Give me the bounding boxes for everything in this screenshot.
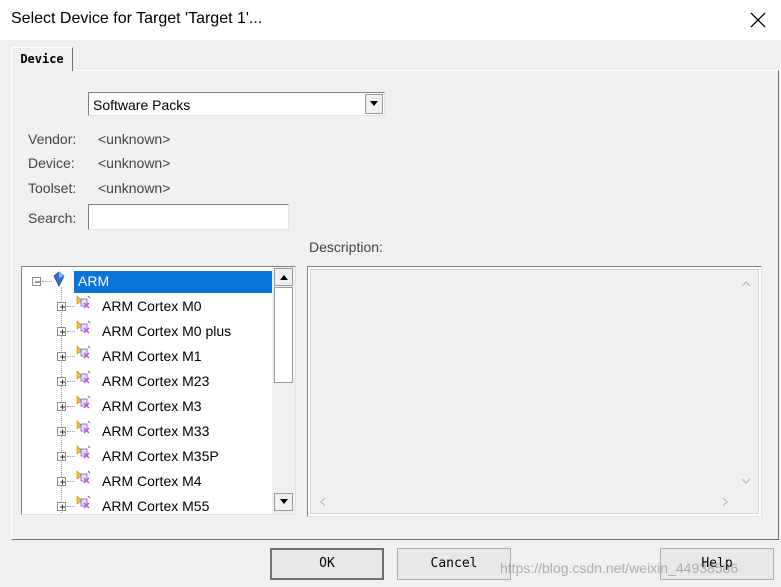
plus-icon bbox=[60, 354, 65, 360]
tree-expand-button[interactable] bbox=[57, 502, 66, 511]
tree-node-device-family[interactable]: ARM Cortex M35P bbox=[22, 444, 272, 469]
device-family-icon bbox=[76, 345, 91, 359]
close-icon bbox=[750, 12, 766, 28]
scroll-thumb[interactable] bbox=[274, 287, 293, 383]
chevron-up-icon[interactable] bbox=[741, 280, 751, 287]
tree-node-device-family[interactable]: ARM Cortex M3 bbox=[22, 394, 272, 419]
device-value: <unknown> bbox=[98, 155, 171, 171]
tab-device[interactable]: Device bbox=[11, 47, 73, 71]
dropdown-button[interactable] bbox=[365, 94, 383, 114]
tree-expand-button[interactable] bbox=[57, 302, 66, 311]
tree-node-label: ARM Cortex M55 bbox=[102, 498, 210, 514]
tree-node-label: ARM Cortex M4 bbox=[102, 473, 202, 489]
tree-node-label: ARM Cortex M0 bbox=[102, 298, 202, 314]
device-label: Device: bbox=[28, 155, 75, 171]
watermark: https://blog.csdn.net/weixin_44938586 bbox=[500, 560, 739, 576]
tree-node-label: ARM bbox=[78, 273, 110, 289]
tree-branch-line bbox=[42, 281, 52, 282]
tree-expand-button[interactable] bbox=[57, 452, 66, 461]
tree-node-device-family[interactable]: ARM Cortex M23 bbox=[22, 369, 272, 394]
chevron-down-icon bbox=[280, 499, 288, 504]
device-source-select[interactable]: Software Packs bbox=[88, 92, 385, 116]
tree-node-device-family[interactable]: ARM Cortex M4 bbox=[22, 469, 272, 494]
description-box[interactable] bbox=[307, 266, 762, 517]
description-label: Description: bbox=[309, 239, 383, 255]
plus-icon bbox=[60, 429, 65, 435]
tree-node-label: ARM Cortex M35P bbox=[102, 448, 219, 464]
tree-node-arm[interactable]: ARM bbox=[22, 269, 292, 294]
tree-node-label: ARM Cortex M3 bbox=[102, 398, 202, 414]
tree-node-device-family[interactable]: ARM Cortex M55 bbox=[22, 494, 272, 514]
minus-icon bbox=[35, 281, 40, 283]
tree-node-device-family[interactable]: ARM Cortex M1 bbox=[22, 344, 272, 369]
device-family-icon bbox=[76, 320, 91, 334]
description-content bbox=[310, 269, 759, 514]
tree-expand-button[interactable] bbox=[57, 352, 66, 361]
close-button[interactable] bbox=[735, 0, 781, 40]
tree-node-label: ARM Cortex M0 plus bbox=[102, 323, 232, 339]
vendor-value: <unknown> bbox=[98, 131, 171, 147]
plus-icon bbox=[60, 379, 65, 385]
tree-node-label: ARM Cortex M33 bbox=[102, 423, 210, 439]
window-title: Select Device for Target 'Target 1'... bbox=[11, 10, 263, 27]
scroll-down-button[interactable] bbox=[274, 493, 293, 511]
ok-button[interactable]: OK bbox=[270, 548, 384, 580]
plus-icon bbox=[60, 454, 65, 460]
toolset-value: <unknown> bbox=[98, 180, 171, 196]
chevron-right-icon[interactable] bbox=[722, 497, 729, 507]
toolset-label: Toolset: bbox=[28, 180, 77, 196]
tree-node-device-family[interactable]: ARM Cortex M0 plus bbox=[22, 319, 272, 344]
plus-icon bbox=[60, 329, 65, 335]
chevron-up-icon bbox=[280, 275, 288, 280]
tree-node-device-family[interactable]: ARM Cortex M0 bbox=[22, 294, 272, 319]
device-family-icon bbox=[76, 495, 91, 509]
device-family-icon bbox=[76, 295, 91, 309]
device-tree[interactable]: ARM ARM Cortex M0 ARM Cortex M0 plus ARM C… bbox=[21, 266, 296, 515]
cancel-button[interactable]: Cancel bbox=[397, 548, 511, 580]
plus-icon bbox=[60, 304, 65, 310]
device-source-value: Software Packs bbox=[93, 97, 191, 113]
device-family-icon bbox=[76, 395, 91, 409]
tree-expand-button[interactable] bbox=[57, 477, 66, 486]
tree-collapse-button[interactable] bbox=[32, 277, 41, 286]
plus-icon bbox=[60, 504, 65, 510]
tree-expand-button[interactable] bbox=[57, 427, 66, 436]
tree-expand-button[interactable] bbox=[57, 377, 66, 386]
plus-icon bbox=[60, 404, 65, 410]
tree-expand-button[interactable] bbox=[57, 402, 66, 411]
chevron-down-icon[interactable] bbox=[741, 478, 751, 485]
tree-vertical-scrollbar[interactable] bbox=[272, 267, 295, 514]
vendor-label: Vendor: bbox=[28, 131, 77, 147]
tree-node-label: ARM Cortex M23 bbox=[102, 373, 210, 389]
title-bar: Select Device for Target 'Target 1'... bbox=[0, 0, 781, 40]
device-family-icon bbox=[76, 370, 91, 384]
chevron-left-icon[interactable] bbox=[319, 497, 326, 507]
tree-node-label: ARM Cortex M1 bbox=[102, 348, 202, 364]
chevron-down-icon bbox=[370, 101, 378, 106]
device-family-icon bbox=[76, 445, 91, 459]
device-family-icon bbox=[76, 470, 91, 484]
scroll-up-button[interactable] bbox=[274, 268, 293, 286]
tree-expand-button[interactable] bbox=[57, 327, 66, 336]
arm-vendor-icon bbox=[53, 271, 65, 287]
plus-icon bbox=[60, 479, 65, 485]
device-family-icon bbox=[76, 420, 91, 434]
tree-node-device-family[interactable]: ARM Cortex M33 bbox=[22, 419, 272, 444]
search-input[interactable] bbox=[88, 204, 289, 230]
search-label: Search: bbox=[28, 210, 77, 226]
